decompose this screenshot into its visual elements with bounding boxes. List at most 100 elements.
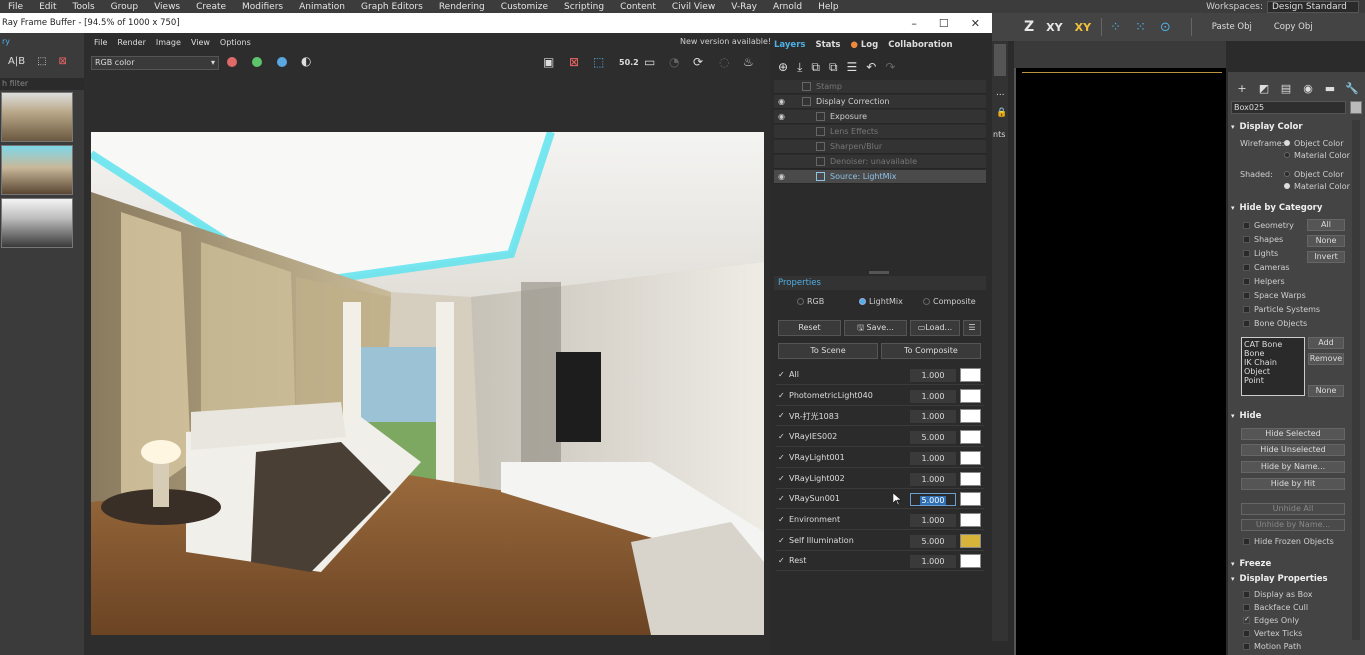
teapot-icon[interactable]: ♨ (743, 55, 754, 69)
display-properties-rollout[interactable]: Display Properties (1231, 572, 1351, 586)
category-checkbox[interactable]: Particle Systems (1243, 305, 1320, 314)
wire-object-color-radio[interactable]: Object Color (1284, 139, 1343, 148)
lightmix-row[interactable]: ✓ Rest 1.000 (776, 552, 984, 572)
checkbox-icon[interactable]: ✓ (778, 494, 785, 503)
lock-icon[interactable]: 🔒 (996, 108, 1007, 118)
lightmix-row[interactable]: ✓ VR-打光1083 1.000 (776, 407, 984, 427)
checkbox-icon[interactable]: ✓ (778, 391, 785, 400)
workspaces-value[interactable]: Design Standard (1267, 0, 1359, 13)
utilities-tab-icon[interactable]: 🔧 (1344, 82, 1360, 95)
light-color-swatch[interactable] (960, 388, 981, 403)
undo-icon[interactable]: ↶ (866, 60, 876, 74)
display-property-checkbox[interactable]: Display as Box (1243, 590, 1313, 599)
layer-row[interactable]: Sharpen/Blur (774, 140, 986, 154)
light-color-swatch[interactable] (960, 368, 981, 382)
xy-plane-button[interactable]: XY (1075, 21, 1091, 34)
paste-obj-button[interactable]: Paste Obj (1212, 22, 1252, 32)
unhide-by-name-button[interactable]: Unhide by Name... (1241, 519, 1345, 531)
hide-selected-button[interactable]: Hide Selected (1241, 428, 1345, 440)
light-color-swatch[interactable] (960, 533, 981, 548)
layer-row[interactable]: ◉ Source: LightMix (774, 170, 986, 184)
menu-item[interactable]: Views (146, 2, 188, 12)
green-channel-icon[interactable] (252, 57, 262, 67)
light-multiplier-input[interactable]: 1.000 (910, 513, 956, 527)
checkbox-icon[interactable]: ✓ (778, 432, 785, 441)
tab-log[interactable]: ● Log (851, 40, 879, 50)
clear-image-icon[interactable]: ⊠ (569, 55, 579, 69)
red-channel-icon[interactable] (227, 57, 237, 67)
layer-row[interactable]: ◉ Exposure (774, 110, 986, 124)
light-color-swatch[interactable] (960, 450, 981, 465)
hide-frozen-checkbox[interactable]: Hide Frozen Objects (1243, 537, 1334, 546)
render-image[interactable] (91, 132, 764, 635)
light-color-swatch[interactable] (960, 430, 981, 445)
create-layer-icon[interactable]: ⊕ (778, 60, 788, 74)
save-layers-icon[interactable]: ⧉ (811, 60, 820, 75)
light-color-swatch[interactable] (960, 471, 981, 486)
eye-icon[interactable]: ◉ (778, 110, 785, 124)
lightmix-row[interactable]: ✓ VRayLight001 1.000 (776, 449, 984, 468)
scrollbar-thumb[interactable] (994, 44, 1006, 76)
light-multiplier-input[interactable]: 1.000 (910, 410, 956, 424)
history-filter-input[interactable]: h filter (0, 78, 84, 90)
light-multiplier-input[interactable]: 1.000 (910, 389, 956, 403)
light-multiplier-input[interactable]: 1.000 (910, 472, 956, 486)
selection-set-icon[interactable]: ⊙ (1160, 20, 1171, 35)
create-tab-icon[interactable]: + (1234, 82, 1250, 95)
command-panel-scrollbar[interactable] (1352, 120, 1360, 640)
none-button[interactable]: None (1307, 235, 1345, 247)
light-color-swatch[interactable] (960, 409, 981, 424)
render-icon[interactable]: ◌ (719, 55, 729, 69)
mode-lightmix-radio[interactable]: LightMix (859, 297, 903, 306)
vfb-titlebar[interactable]: Ray Frame Buffer - [94.5% of 1000 x 750]… (0, 13, 992, 33)
display-tab-icon[interactable]: ▬ (1322, 82, 1338, 95)
menu-item[interactable]: Content (612, 2, 664, 12)
checkbox-icon[interactable]: ✓ (778, 536, 785, 545)
layer-row[interactable]: Denoiser: unavailable (774, 155, 986, 169)
invert-button[interactable]: Invert (1307, 251, 1345, 263)
shaded-material-color-radio[interactable]: Material Color (1284, 182, 1350, 191)
hide-unselected-button[interactable]: Hide Unselected (1241, 444, 1345, 456)
menu-item[interactable]: Rendering (431, 2, 493, 12)
mode-rgb-radio[interactable]: RGB (797, 297, 824, 306)
menu-item[interactable]: Tools (65, 2, 103, 12)
eye-icon[interactable]: ◉ (778, 170, 785, 184)
tab-collaboration[interactable]: Collaboration (888, 40, 952, 50)
menu-item[interactable]: Graph Editors (353, 2, 431, 12)
light-multiplier-input[interactable]: 5.000 (910, 493, 956, 507)
tab-stats[interactable]: Stats (815, 40, 840, 50)
light-color-swatch[interactable] (960, 492, 981, 507)
lightmix-row[interactable]: ✓ PhotometricLight040 1.000 (776, 387, 984, 406)
display-property-checkbox[interactable]: Backface Cull (1243, 603, 1308, 612)
to-composite-button[interactable]: To Composite (881, 343, 981, 359)
region-render-icon[interactable]: ⬚ (593, 55, 604, 69)
checkbox-icon[interactable]: ✓ (778, 515, 785, 524)
list-item[interactable]: Point (1244, 376, 1302, 385)
display-property-checkbox[interactable]: Edges Only (1243, 615, 1299, 625)
hide-by-name-button[interactable]: Hide by Name... (1241, 461, 1345, 473)
angle-snap-icon[interactable]: ⁙ (1135, 20, 1146, 35)
layer-row[interactable]: Lens Effects (774, 125, 986, 139)
lightmix-row[interactable]: ✓ VRayLight002 1.000 (776, 470, 984, 489)
light-multiplier-input[interactable]: 5.000 (910, 431, 956, 445)
hide-by-hit-button[interactable]: Hide by Hit (1241, 478, 1345, 490)
hide-by-category-rollout[interactable]: Hide by Category (1231, 201, 1351, 215)
vfb-menu-item[interactable]: View (191, 38, 210, 47)
save-button[interactable]: 🖫 Save... (844, 320, 907, 336)
eye-icon[interactable]: ◉ (778, 95, 785, 109)
display-property-checkbox[interactable]: Vertex Ticks (1243, 629, 1302, 638)
display-property-checkbox[interactable]: Motion Path (1243, 642, 1301, 651)
layer-row[interactable]: ◉ Display Correction (774, 95, 986, 109)
menu-item[interactable]: Help (810, 2, 847, 12)
redo-icon[interactable]: ↷ (885, 60, 895, 74)
checkbox-icon[interactable]: ✓ (778, 370, 785, 379)
zoom-level-icon[interactable]: 50.2 (619, 58, 639, 67)
list-none-button[interactable]: None (1308, 385, 1344, 397)
alpha-channel-icon[interactable]: ◐ (301, 54, 311, 68)
tab-layers[interactable]: Layers (774, 40, 805, 50)
to-scene-button[interactable]: To Scene (778, 343, 878, 359)
layers-list-icon[interactable]: ☰ (847, 60, 858, 74)
motion-tab-icon[interactable]: ◉ (1300, 82, 1316, 95)
reset-button[interactable]: Reset (778, 320, 841, 336)
category-checkbox[interactable]: Bone Objects (1243, 319, 1307, 328)
